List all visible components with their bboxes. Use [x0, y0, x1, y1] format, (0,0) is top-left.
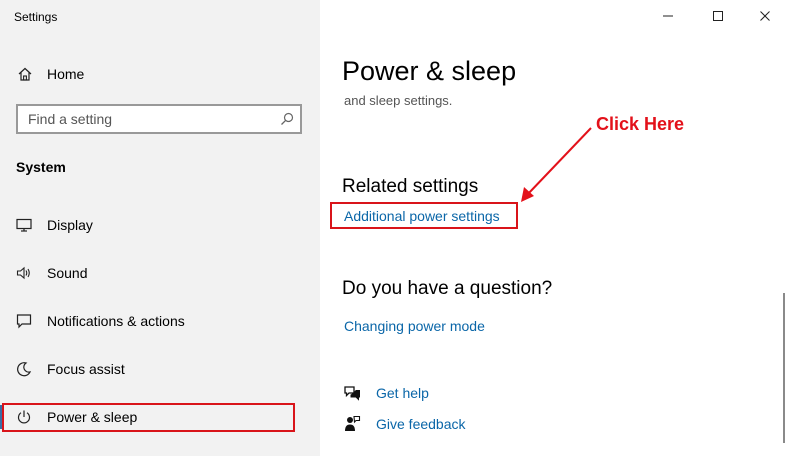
annotation-arrow-icon	[521, 127, 592, 202]
sidebar-item-label: Sound	[47, 265, 88, 281]
search-input[interactable]	[28, 111, 268, 127]
sidebar-item-focus-assist[interactable]: Focus assist	[0, 351, 320, 387]
sidebar-item-display[interactable]: Display	[0, 207, 320, 243]
close-icon	[760, 11, 770, 21]
sidebar-item-home[interactable]: Home	[0, 58, 320, 90]
get-help-link[interactable]: Get help	[376, 385, 429, 401]
partial-description: and sleep settings.	[344, 93, 453, 108]
moon-icon	[16, 361, 32, 377]
speaker-icon	[16, 265, 32, 281]
sidebar-item-label: Display	[47, 217, 93, 233]
maximize-icon	[713, 11, 723, 21]
page-title: Power & sleep	[342, 56, 517, 86]
notifications-icon	[16, 313, 32, 329]
feedback-icon	[343, 415, 361, 433]
sidebar-item-label: Notifications & actions	[47, 313, 185, 329]
home-icon	[17, 66, 33, 82]
minimize-button[interactable]	[645, 0, 691, 32]
minimize-icon	[663, 15, 673, 17]
help-icon	[343, 384, 361, 402]
sidebar-item-label: Home	[47, 66, 85, 82]
section-title: System	[16, 159, 66, 175]
search-icon[interactable]	[280, 112, 294, 126]
app-title: Settings	[14, 10, 58, 24]
sidebar-item-notifications[interactable]: Notifications & actions	[0, 303, 320, 339]
sidebar-item-label: Focus assist	[47, 361, 125, 377]
changing-power-mode-link[interactable]: Changing power mode	[344, 318, 485, 334]
highlight-box-power-sleep	[2, 403, 295, 432]
click-here-annotation: Click Here	[596, 114, 685, 134]
search-box[interactable]	[16, 104, 302, 134]
close-button[interactable]	[742, 0, 788, 32]
maximize-button[interactable]	[695, 0, 741, 32]
related-settings-heading: Related settings	[342, 176, 479, 197]
display-icon	[16, 217, 32, 233]
sidebar: Settings Home System Display	[0, 0, 320, 456]
sidebar-item-sound[interactable]: Sound	[0, 255, 320, 291]
scrollbar[interactable]	[783, 293, 785, 443]
question-heading: Do you have a question?	[342, 278, 553, 299]
give-feedback-link[interactable]: Give feedback	[376, 416, 466, 432]
highlight-box-additional-power	[330, 202, 518, 229]
